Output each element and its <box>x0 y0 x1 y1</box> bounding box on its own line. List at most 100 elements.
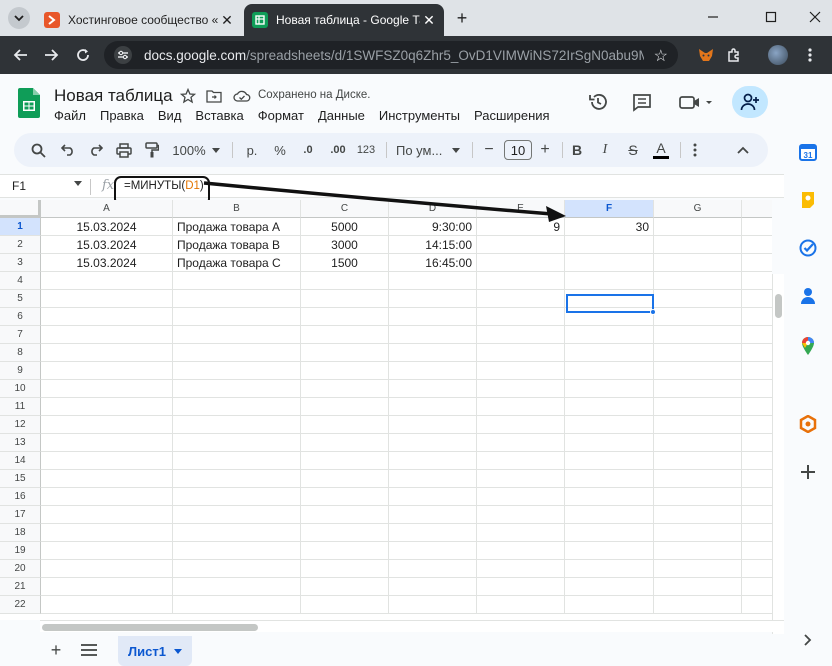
grid-cell[interactable] <box>173 290 301 308</box>
grid-cell[interactable] <box>41 578 173 596</box>
select-all-corner[interactable] <box>0 200 41 218</box>
reload-button[interactable] <box>72 44 94 66</box>
grid-cell[interactable] <box>173 344 301 362</box>
row-header[interactable]: 13 <box>0 434 41 452</box>
grid-cell[interactable] <box>173 416 301 434</box>
grid-cell[interactable] <box>301 434 389 452</box>
comments-button[interactable] <box>630 90 654 114</box>
extensions-puzzle-icon[interactable] <box>724 45 744 65</box>
star-icon[interactable] <box>178 86 198 106</box>
row-header[interactable]: 2 <box>0 236 41 254</box>
tab-search-button[interactable] <box>8 7 30 29</box>
grid-cell[interactable] <box>654 326 742 344</box>
grid-cell[interactable] <box>301 380 389 398</box>
menu-view[interactable]: Вид <box>158 108 182 123</box>
grid-cell[interactable] <box>565 344 654 362</box>
row-header[interactable]: 3 <box>0 254 41 272</box>
grid-cell[interactable] <box>565 578 654 596</box>
grid-cell[interactable] <box>565 254 654 272</box>
grid-cell[interactable] <box>173 326 301 344</box>
grid-cell[interactable] <box>389 488 477 506</box>
keep-icon[interactable] <box>798 190 818 210</box>
grid-cell[interactable] <box>173 398 301 416</box>
grid-cell[interactable] <box>565 272 654 290</box>
grid-cell[interactable] <box>742 362 772 380</box>
grid-cell[interactable] <box>41 488 173 506</box>
percent-format-button[interactable]: % <box>270 133 290 167</box>
row-header[interactable]: 4 <box>0 272 41 290</box>
grid-cell[interactable] <box>41 470 173 488</box>
grid-cell[interactable] <box>742 416 772 434</box>
menu-extensions[interactable]: Расширения <box>474 108 550 123</box>
grid-cell[interactable] <box>654 560 742 578</box>
grid-cell[interactable]: 5000 <box>301 218 389 236</box>
grid-cell[interactable] <box>565 380 654 398</box>
grid-cell[interactable]: 15.03.2024 <box>41 218 173 236</box>
grid-cell[interactable] <box>301 290 389 308</box>
side-panel-expand-icon[interactable] <box>798 630 818 650</box>
grid-cell[interactable] <box>173 596 301 614</box>
grid-cell[interactable] <box>742 218 772 236</box>
grid-cell[interactable] <box>389 578 477 596</box>
grid-cell[interactable] <box>301 596 389 614</box>
grid-cell[interactable] <box>565 506 654 524</box>
grid-cell[interactable] <box>477 290 565 308</box>
grid-cell[interactable] <box>389 398 477 416</box>
zoom-select[interactable]: 100% <box>170 133 222 167</box>
cloud-saved-icon[interactable] <box>232 86 252 106</box>
grid-cell[interactable] <box>389 452 477 470</box>
grid-cell[interactable] <box>742 452 772 470</box>
grid-cell[interactable] <box>41 434 173 452</box>
grid-cell[interactable] <box>565 542 654 560</box>
grid-cell[interactable]: 15.03.2024 <box>41 254 173 272</box>
strikethrough-button[interactable]: S <box>624 133 642 167</box>
row-header[interactable]: 6 <box>0 308 41 326</box>
grid-cell[interactable] <box>654 596 742 614</box>
grid-cell[interactable] <box>41 416 173 434</box>
grid-cell[interactable] <box>565 434 654 452</box>
grid-cell[interactable] <box>173 488 301 506</box>
grid-cell[interactable]: 1500 <box>301 254 389 272</box>
grid-cell[interactable] <box>742 344 772 362</box>
vertical-scrollbar[interactable] <box>772 274 784 666</box>
column-header-b[interactable]: B <box>173 200 301 218</box>
menu-tools[interactable]: Инструменты <box>379 108 460 123</box>
grid-cell[interactable] <box>654 542 742 560</box>
sheet-tab-list1[interactable]: Лист1 <box>118 636 192 666</box>
grid-cell[interactable] <box>477 398 565 416</box>
grid-cell[interactable] <box>389 290 477 308</box>
browser-tab-sheets[interactable]: Новая таблица - Google Таблиц ✕ <box>244 4 444 36</box>
more-options-button[interactable] <box>686 133 704 167</box>
grid-cell[interactable] <box>742 398 772 416</box>
decrease-font-size-button[interactable]: − <box>480 133 498 167</box>
grid-cell[interactable]: 16:45:00 <box>389 254 477 272</box>
grid-cell[interactable] <box>477 308 565 326</box>
version-history-button[interactable] <box>586 90 610 114</box>
grid-cell[interactable] <box>477 326 565 344</box>
get-addons-icon[interactable] <box>798 462 818 482</box>
grid-cell[interactable] <box>389 542 477 560</box>
undo-button[interactable] <box>58 133 78 167</box>
grid-cell[interactable]: 9 <box>477 218 565 236</box>
grid-cell[interactable] <box>173 470 301 488</box>
grid-cell[interactable]: Продажа товара B <box>173 236 301 254</box>
meet-button[interactable] <box>676 90 716 114</box>
grid-cell[interactable] <box>565 308 654 326</box>
grid-cell[interactable]: 15.03.2024 <box>41 236 173 254</box>
grid-cell[interactable] <box>654 362 742 380</box>
text-color-button[interactable]: A <box>652 133 670 167</box>
grid-cell[interactable] <box>301 470 389 488</box>
row-header[interactable]: 11 <box>0 398 41 416</box>
grid-cell[interactable] <box>654 254 742 272</box>
grid-cell[interactable] <box>654 290 742 308</box>
grid-cell[interactable] <box>742 290 772 308</box>
row-header[interactable]: 14 <box>0 452 41 470</box>
grid-cell[interactable] <box>742 326 772 344</box>
grid-cell[interactable] <box>477 506 565 524</box>
print-button[interactable] <box>114 133 134 167</box>
grid-cell[interactable] <box>654 416 742 434</box>
grid-cell[interactable] <box>477 488 565 506</box>
grid-cell[interactable] <box>173 542 301 560</box>
horizontal-scroll-thumb[interactable] <box>42 624 258 631</box>
grid-cell[interactable]: Продажа товара C <box>173 254 301 272</box>
